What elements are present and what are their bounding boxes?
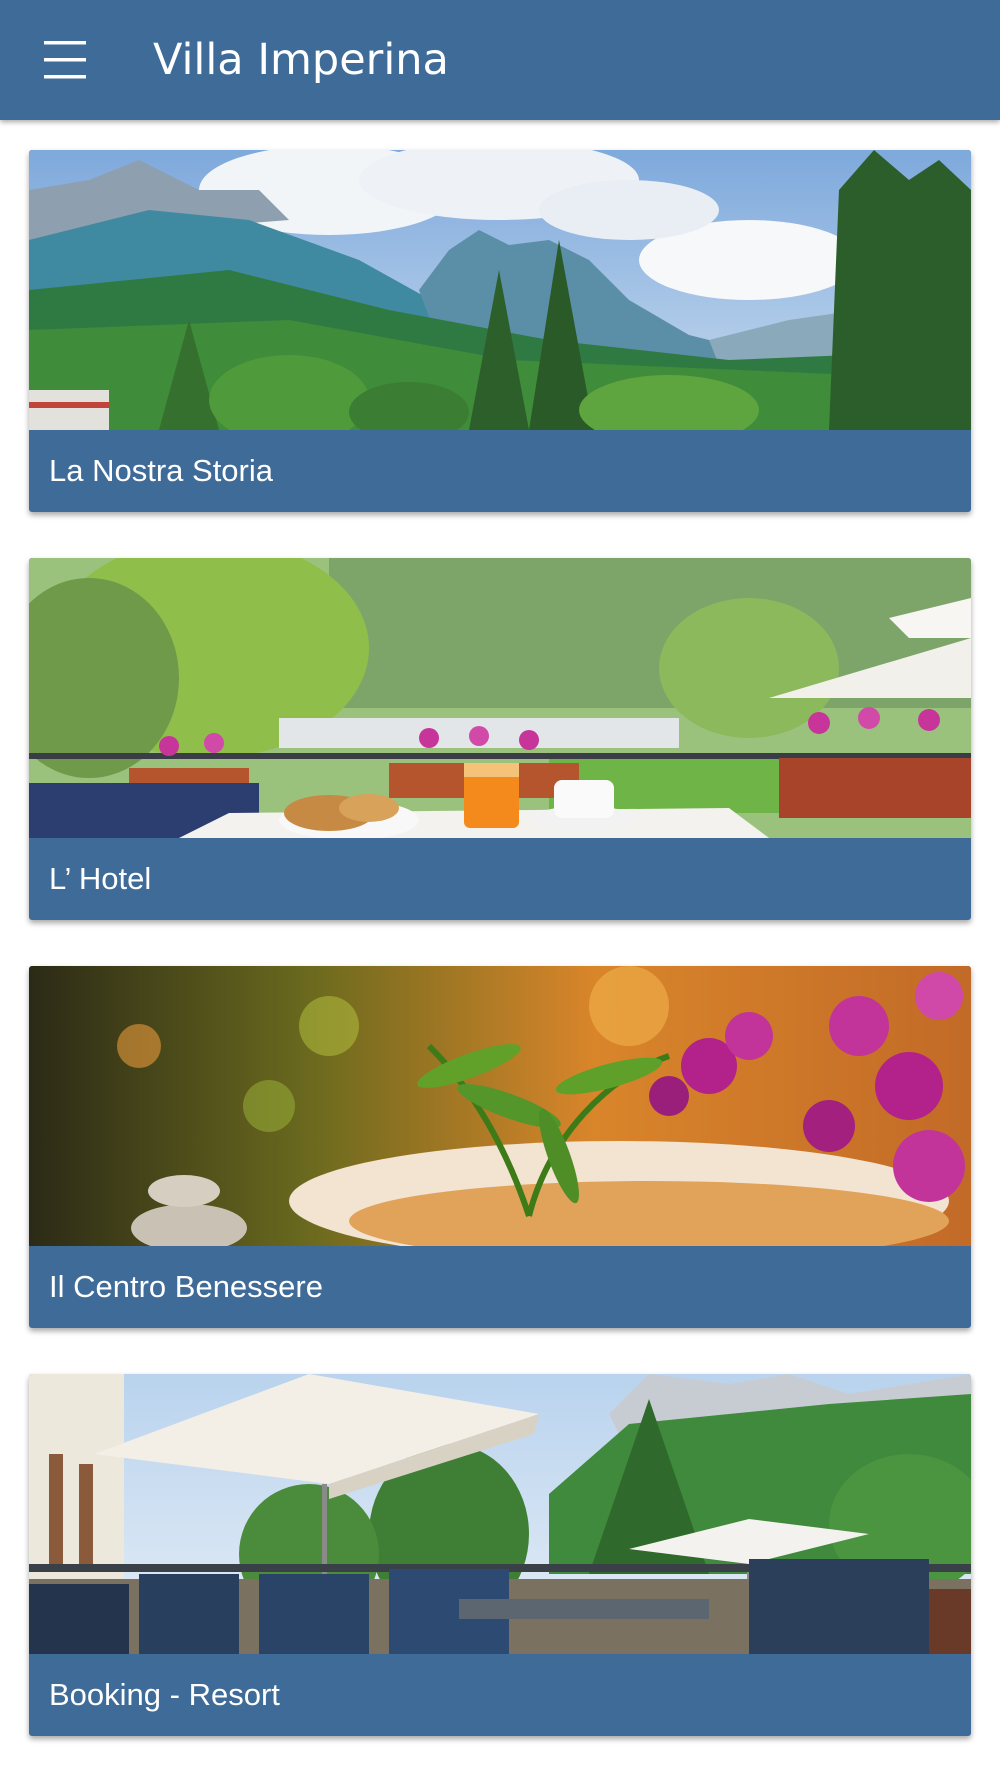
card-booking-resort[interactable]: Booking - Resort	[29, 1374, 971, 1736]
card-l-hotel[interactable]: L’ Hotel	[29, 558, 971, 920]
card-label: La Nostra Storia	[49, 453, 273, 488]
card-label: Booking - Resort	[49, 1677, 280, 1712]
menu-button[interactable]	[30, 28, 100, 92]
hamburger-menu-icon	[44, 41, 86, 79]
card-label: L’ Hotel	[49, 861, 152, 896]
card-la-nostra-storia[interactable]: La Nostra Storia	[29, 150, 971, 512]
card-il-centro-benessere[interactable]: Il Centro Benessere	[29, 966, 971, 1328]
card-label: Il Centro Benessere	[49, 1269, 323, 1304]
app-bar: Villa Imperina	[0, 0, 1000, 120]
spa-orchids-image	[29, 966, 971, 1246]
terrace-umbrellas-image	[29, 1374, 971, 1654]
terrace-breakfast-image	[29, 558, 971, 838]
mountain-panorama-image	[29, 150, 971, 430]
app-title: Villa Imperina	[153, 35, 449, 85]
